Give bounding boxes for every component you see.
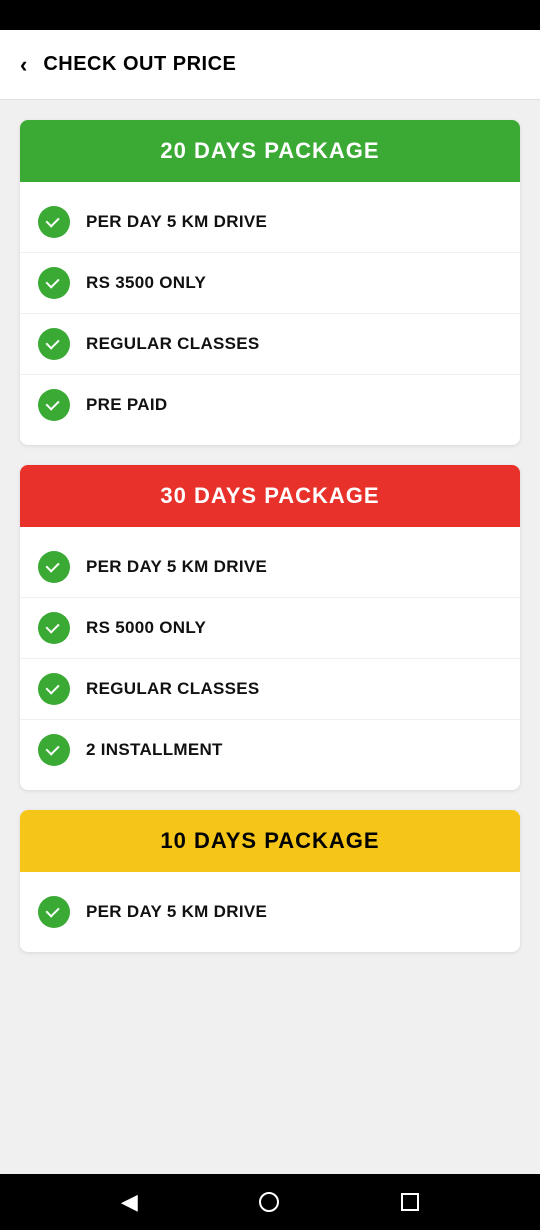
package-header-pkg-10: 10 DAYS PACKAGE	[20, 810, 520, 872]
feature-text: PRE PAID	[86, 395, 167, 415]
package-features-pkg-10: PER DAY 5 KM DRIVE	[20, 872, 520, 952]
check-icon	[38, 267, 70, 299]
package-features-pkg-20: PER DAY 5 KM DRIVE RS 3500 ONLY REGULAR CL…	[20, 182, 520, 445]
feature-item: REGULAR CLASSES	[20, 659, 520, 720]
check-icon	[38, 206, 70, 238]
nav-home-button[interactable]	[259, 1192, 279, 1212]
check-icon	[38, 896, 70, 928]
package-header-text-pkg-20: 20 DAYS PACKAGE	[40, 138, 500, 164]
check-icon	[38, 673, 70, 705]
check-icon	[38, 328, 70, 360]
back-button[interactable]: ‹	[20, 52, 27, 78]
package-header-pkg-20: 20 DAYS PACKAGE	[20, 120, 520, 182]
nav-back-button[interactable]: ◀	[121, 1189, 138, 1215]
header: ‹ CHECK OUT PRICE	[0, 30, 540, 100]
feature-item: PER DAY 5 KM DRIVE	[20, 192, 520, 253]
feature-item: PER DAY 5 KM DRIVE	[20, 882, 520, 942]
feature-item: 2 INSTALLMENT	[20, 720, 520, 780]
feature-item: RS 3500 ONLY	[20, 253, 520, 314]
package-header-text-pkg-10: 10 DAYS PACKAGE	[40, 828, 500, 854]
package-card-pkg-20: 20 DAYS PACKAGE PER DAY 5 KM DRIVE RS 3500…	[20, 120, 520, 445]
feature-item: RS 5000 ONLY	[20, 598, 520, 659]
feature-text: PER DAY 5 KM DRIVE	[86, 902, 267, 922]
feature-item: REGULAR CLASSES	[20, 314, 520, 375]
page-title: CHECK OUT PRICE	[43, 53, 236, 76]
package-header-pkg-30: 30 DAYS PACKAGE	[20, 465, 520, 527]
bottom-nav: ◀	[0, 1174, 540, 1230]
nav-recent-button[interactable]	[401, 1193, 419, 1211]
check-icon	[38, 551, 70, 583]
feature-text: RS 5000 ONLY	[86, 618, 206, 638]
check-icon	[38, 389, 70, 421]
package-header-text-pkg-30: 30 DAYS PACKAGE	[40, 483, 500, 509]
feature-text: PER DAY 5 KM DRIVE	[86, 557, 267, 577]
status-bar	[0, 0, 540, 30]
package-card-pkg-10: 10 DAYS PACKAGE PER DAY 5 KM DRIVE	[20, 810, 520, 952]
feature-text: 2 INSTALLMENT	[86, 740, 223, 760]
feature-text: PER DAY 5 KM DRIVE	[86, 212, 267, 232]
feature-text: REGULAR CLASSES	[86, 334, 260, 354]
package-card-pkg-30: 30 DAYS PACKAGE PER DAY 5 KM DRIVE RS 5000…	[20, 465, 520, 790]
content-area: 20 DAYS PACKAGE PER DAY 5 KM DRIVE RS 3500…	[0, 100, 540, 1174]
feature-item: PER DAY 5 KM DRIVE	[20, 537, 520, 598]
check-icon	[38, 612, 70, 644]
feature-text: REGULAR CLASSES	[86, 679, 260, 699]
check-icon	[38, 734, 70, 766]
feature-text: RS 3500 ONLY	[86, 273, 206, 293]
feature-item: PRE PAID	[20, 375, 520, 435]
package-features-pkg-30: PER DAY 5 KM DRIVE RS 5000 ONLY REGULAR CL…	[20, 527, 520, 790]
